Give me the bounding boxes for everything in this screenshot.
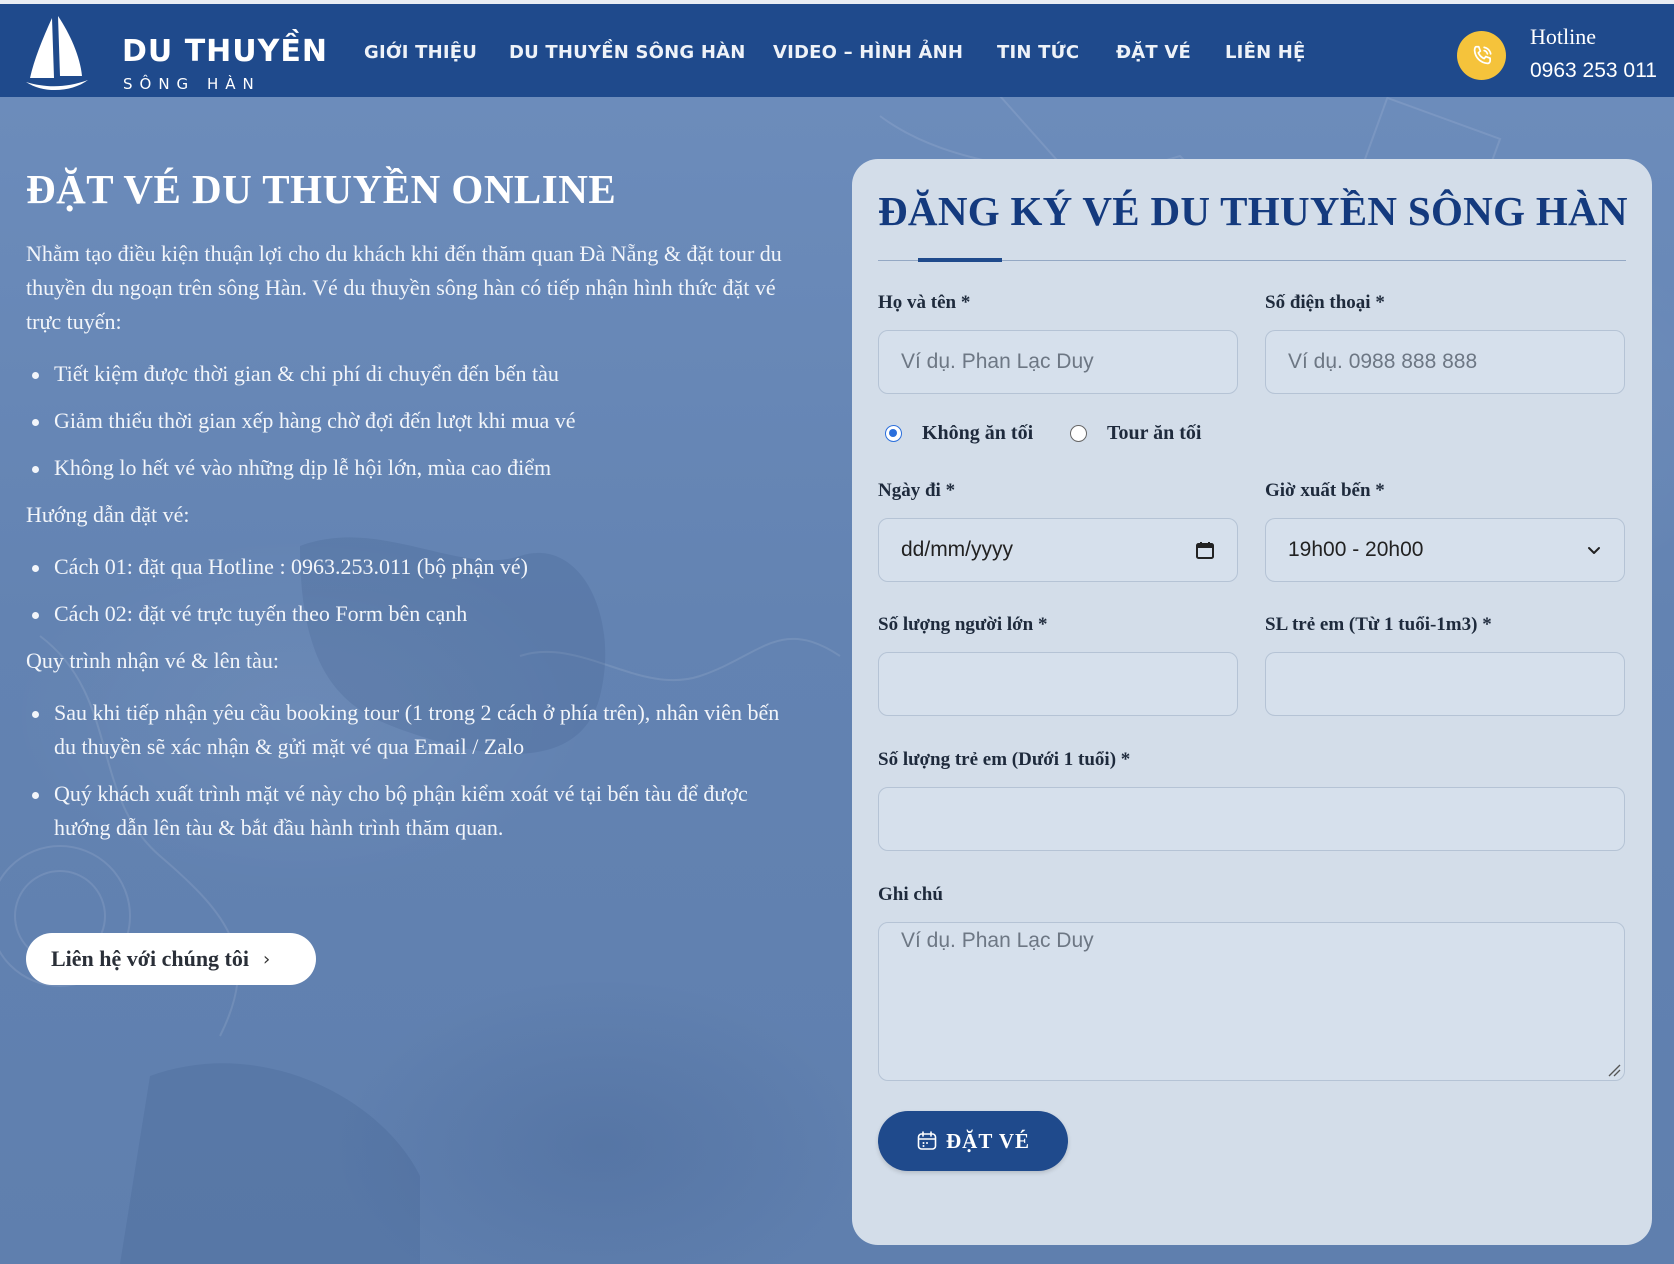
departure-time-select[interactable]: 19h00 - 20h00 [1265, 518, 1625, 582]
departure-time-label: Giờ xuất bến * [1265, 480, 1385, 501]
name-input[interactable]: Ví dụ. Phan Lạc Duy [878, 330, 1238, 394]
nav-item-tin-tuc[interactable]: TIN TỨC [997, 42, 1079, 63]
resize-handle-icon[interactable] [1607, 1063, 1621, 1077]
nav-item-lien-he[interactable]: LIÊN HỆ [1225, 42, 1306, 63]
adults-input[interactable] [878, 652, 1238, 716]
calendar-icon[interactable] [1195, 540, 1215, 560]
phone-icon [1473, 45, 1492, 64]
chevron-down-icon [1588, 547, 1600, 554]
phone-label: Số điện thoại * [1265, 292, 1385, 313]
submit-label: ĐẶT VÉ [945, 1128, 1030, 1153]
radio-button-checked[interactable] [885, 425, 902, 442]
nav-item-gioi-thieu[interactable]: GIỚI THIỆU [364, 42, 477, 63]
process-list: Sau khi tiếp nhận yêu cầu booking tour (… [26, 696, 796, 845]
list-item: Sau khi tiếp nhận yêu cầu booking tour (… [26, 696, 796, 764]
nav-item-dat-ve[interactable]: ĐẶT VÉ [1116, 42, 1191, 63]
calendar-icon [917, 1131, 937, 1150]
nav-item-du-thuyen-song-han[interactable]: DU THUYỀN SÔNG HÀN [509, 42, 745, 63]
intro-title: ĐẶT VÉ DU THUYỀN ONLINE [26, 166, 617, 212]
guide-list: Cách 01: đặt qua Hotline : 0963.253.011 … [26, 550, 826, 631]
adults-label: Số lượng người lớn * [878, 614, 1048, 635]
logo[interactable]: DU THUYỀN SÔNG HÀN [22, 12, 327, 93]
submit-booking-button[interactable]: ĐẶT VÉ [878, 1111, 1068, 1171]
nav-item-video-hinh-anh[interactable]: VIDEO – HÌNH ẢNH [773, 42, 963, 63]
note-textarea[interactable]: Ví dụ. Phan Lạc Duy [878, 922, 1625, 1081]
process-title: Quy trình nhận vé & lên tàu: [26, 648, 279, 673]
chevron-right-icon: › [263, 948, 271, 970]
hotline-label: Hotline [1530, 24, 1596, 49]
date-value: dd/mm/yyyy [901, 538, 1014, 561]
list-item: Quý khách xuất trình mặt vé này cho bộ p… [26, 777, 796, 845]
list-item: Giảm thiểu thời gian xếp hàng chờ đợi đế… [26, 404, 826, 438]
date-label: Ngày đi * [878, 480, 956, 501]
children-input[interactable] [1265, 652, 1625, 716]
infants-label: Số lượng trẻ em (Dưới 1 tuổi) * [878, 749, 1131, 770]
form-title: ĐĂNG KÝ VÉ DU THUYỀN SÔNG HÀN [878, 188, 1628, 234]
logo-title: DU THUYỀN [122, 34, 328, 69]
note-label: Ghi chú [878, 884, 943, 905]
benefits-list: Tiết kiệm được thời gian & chi phí di ch… [26, 357, 826, 485]
list-item: Cách 01: đặt qua Hotline : 0963.253.011 … [26, 550, 826, 584]
sailboat-logo-icon [26, 16, 88, 91]
date-input[interactable]: dd/mm/yyyy [878, 518, 1238, 582]
name-placeholder: Ví dụ. Phan Lạc Duy [901, 350, 1094, 373]
logo-subtitle: SÔNG HÀN [123, 75, 261, 93]
departure-time-value: 19h00 - 20h00 [1288, 538, 1424, 561]
list-item: Cách 02: đặt vé trực tuyến theo Form bên… [26, 597, 826, 631]
radio-dinner-label: Tour ăn tối [1107, 422, 1202, 444]
infants-input[interactable] [878, 787, 1625, 851]
radio-dinner[interactable]: Tour ăn tối [1070, 422, 1201, 445]
note-placeholder: Ví dụ. Phan Lạc Duy [901, 929, 1094, 952]
radio-no-dinner[interactable]: Không ăn tối [885, 422, 1033, 445]
children-label: SL trẻ em (Từ 1 tuổi-1m3) * [1265, 614, 1492, 635]
title-accent-bar [918, 258, 1002, 262]
hotline-button[interactable] [1457, 31, 1506, 80]
phone-placeholder: Ví dụ. 0988 888 888 [1288, 350, 1478, 373]
hotline-number[interactable]: 0963 253 011 [1530, 59, 1657, 83]
guide-title: Hướng dẫn đặt vé: [26, 502, 190, 527]
contact-button-label: Liên hệ với chúng tôi [51, 946, 249, 971]
header-bar: DU THUYỀN SÔNG HÀN GIỚI THIỆU DU THUYỀN … [0, 0, 1674, 97]
booking-form: ĐĂNG KÝ VÉ DU THUYỀN SÔNG HÀN Họ và tên … [852, 159, 1652, 1245]
intro-section: ĐẶT VÉ DU THUYỀN ONLINE Nhằm tạo điều ki… [26, 165, 826, 858]
contact-us-button[interactable]: Liên hệ với chúng tôi › [26, 933, 316, 985]
list-item: Tiết kiệm được thời gian & chi phí di ch… [26, 357, 826, 391]
list-item: Không lo hết vé vào những dịp lễ hội lớn… [26, 451, 826, 485]
name-label: Họ và tên * [878, 292, 971, 313]
intro-text: Nhằm tạo điều kiện thuận lợi cho du khác… [26, 241, 782, 334]
radio-button[interactable] [1070, 425, 1087, 442]
radio-no-dinner-label: Không ăn tối [922, 422, 1034, 444]
phone-input[interactable]: Ví dụ. 0988 888 888 [1265, 330, 1625, 394]
